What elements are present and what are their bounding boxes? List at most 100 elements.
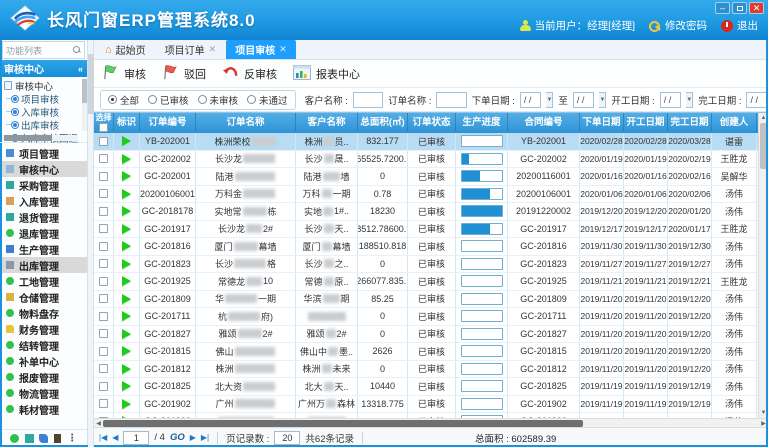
table-row[interactable]: GC-201917长沙龙2#长沙天..8512.78600..已审核GC-201… [94, 221, 758, 239]
tab-起始页[interactable]: ⌂起始页 [96, 40, 155, 59]
反审核-button[interactable]: 反审核 [222, 65, 277, 82]
cart-icon[interactable] [25, 434, 34, 443]
close-button[interactable]: ✕ [749, 2, 764, 14]
sidebar-item-生产管理[interactable]: 生产管理 [0, 241, 87, 257]
start-date-input[interactable]: / / [660, 92, 682, 108]
pen-icon[interactable] [39, 434, 48, 443]
table-row[interactable]: GC-201816厦门幕墙厦门幕墙188510.818已审核GC-2018162… [94, 238, 758, 256]
grid-vertical-scrollbar[interactable]: ▲ ▼ [758, 113, 768, 418]
sidebar-item-退货管理[interactable]: 退货管理 [0, 209, 87, 225]
scrollbar-thumb[interactable] [103, 420, 583, 427]
sidebar-item-耗材管理[interactable]: 耗材管理 [0, 401, 87, 417]
select-all-checkbox[interactable] [99, 123, 108, 132]
row-checkbox[interactable] [99, 277, 108, 286]
order-date-from-input[interactable]: / / [520, 92, 542, 108]
page-size-input[interactable]: 20 [274, 431, 300, 445]
table-row[interactable]: GC-201925常德龙10常德原..266077.835..已审核GC-201… [94, 273, 758, 291]
row-checkbox[interactable] [99, 242, 108, 251]
go-button[interactable]: GO [170, 432, 185, 443]
col-header-订单编号[interactable]: 订单编号 [140, 113, 196, 133]
col-header-生产进度[interactable]: 生产进度 [456, 113, 508, 133]
page-number-input[interactable]: 1 [123, 431, 149, 445]
order-name-input[interactable] [436, 92, 466, 108]
col-header-总面积(㎡)[interactable]: 总面积(㎡) [358, 113, 408, 133]
row-checkbox[interactable] [99, 189, 108, 198]
radio-已审核[interactable]: 已审核 [148, 93, 189, 107]
sidebar-item-财务管理[interactable]: 财务管理 [0, 321, 87, 337]
sidebar-item-入库管理[interactable]: 入库管理 [0, 193, 87, 209]
maximize-button[interactable] [732, 2, 747, 14]
tree-item-入库审核[interactable]: 入库审核 [4, 105, 81, 118]
last-page-button[interactable]: ▶| [201, 433, 209, 442]
tab-项目订单[interactable]: 项目订单✕ [156, 40, 226, 59]
scroll-up-icon[interactable]: ▲ [761, 113, 767, 123]
row-checkbox[interactable] [99, 154, 108, 163]
row-checkbox[interactable] [99, 399, 108, 408]
col-header-下单日期[interactable]: 下单日期 [580, 113, 624, 133]
row-checkbox[interactable] [99, 224, 108, 233]
minimize-button[interactable]: – [715, 2, 730, 14]
col-header-标识[interactable]: 标识 [114, 113, 140, 133]
row-checkbox[interactable] [99, 347, 108, 356]
customer-name-input[interactable] [353, 92, 383, 108]
dot-icon[interactable] [10, 434, 19, 443]
first-page-button[interactable]: |◀ [99, 433, 107, 442]
驳回-button[interactable]: 驳回 [162, 64, 206, 84]
tree-item-项目审核[interactable]: 项目审核 [4, 92, 81, 105]
sidebar-item-报废管理[interactable]: 报废管理 [0, 369, 87, 385]
row-checkbox[interactable] [99, 382, 108, 391]
calendar-dropdown-icon[interactable]: ▼ [599, 92, 606, 108]
table-row[interactable]: GC-201823长沙格长沙之..0已审核GC-2018232019/11/27… [94, 256, 758, 274]
logout-button[interactable]: 退出 [721, 18, 758, 33]
row-checkbox[interactable] [99, 294, 108, 303]
function-search-input[interactable]: 功能列表 [2, 41, 85, 59]
sidebar-item-物流管理[interactable]: 物流管理 [0, 385, 87, 401]
close-tab-icon[interactable]: ✕ [279, 44, 287, 55]
sidebar-item-项目管理[interactable]: 项目管理 [0, 145, 87, 161]
sidebar-item-物料盘存[interactable]: 物料盘存 [0, 305, 87, 321]
sidebar-item-退库管理[interactable]: 退库管理 [0, 225, 87, 241]
col-header-选择[interactable]: 选择 [94, 113, 114, 133]
table-row[interactable]: GC-201809华一期华滨期85.25已审核GC-2018092019/11/… [94, 291, 758, 309]
col-header-创建人[interactable]: 创建人 [712, 113, 757, 133]
more-icon[interactable]: ⋮ [67, 433, 77, 444]
sidebar-item-补单中心[interactable]: 补单中心 [0, 353, 87, 369]
sidebar-item-结转管理[interactable]: 结转管理 [0, 337, 87, 353]
next-page-button[interactable]: ▶ [190, 433, 196, 442]
table-row[interactable]: GC-201827雅颂2#雅颂2#0已审核GC-2018272019/11/20… [94, 326, 758, 344]
sidebar-item-采购管理[interactable]: 采购管理 [0, 177, 87, 193]
table-row[interactable]: GC-201815佛山佛山中墨..2626已审核GC-2018152019/11… [94, 343, 758, 361]
collapse-icon[interactable]: « [78, 64, 83, 74]
close-tab-icon[interactable]: ✕ [209, 44, 217, 55]
table-row[interactable]: GC-202001陆港陆港墙0已审核202001160012020/01/162… [94, 168, 758, 186]
tab-项目审核[interactable]: 项目审核✕ [226, 40, 296, 59]
change-password-button[interactable]: 修改密码 [649, 18, 707, 33]
tree-horizontal-scrollbar[interactable] [2, 135, 78, 141]
prev-page-button[interactable]: ◀ [112, 433, 118, 442]
scroll-right-icon[interactable]: ▶ [759, 420, 768, 427]
col-header-合同编号[interactable]: 合同编号 [508, 113, 580, 133]
table-row[interactable]: GC-2018178实地常栋实地1#..18230已审核201912200022… [94, 203, 758, 221]
col-header-客户名称[interactable]: 客户名称 [296, 113, 358, 133]
radio-未通过[interactable]: 未通过 [247, 93, 288, 107]
table-row[interactable]: GC-202002长沙龙长沙晟..65525.7200..已审核GC-20200… [94, 151, 758, 169]
row-checkbox[interactable] [99, 329, 108, 338]
row-checkbox[interactable] [99, 207, 108, 216]
scroll-left-icon[interactable]: ◀ [94, 420, 103, 427]
tree-root-item[interactable]: 审核中心 [4, 79, 81, 92]
calendar-dropdown-icon[interactable]: ▼ [546, 92, 553, 108]
exit-icon[interactable] [54, 434, 61, 443]
radio-未审核[interactable]: 未审核 [198, 93, 239, 107]
scroll-down-icon[interactable]: ▼ [761, 408, 767, 418]
table-row[interactable]: 20200106001万科金万科一期0.78已审核202001060012020… [94, 186, 758, 204]
row-checkbox[interactable] [99, 172, 108, 181]
tree-vertical-scrollbar[interactable] [82, 79, 87, 131]
row-checkbox[interactable] [99, 364, 108, 373]
grid-horizontal-scrollbar[interactable]: ◀ ▶ [94, 418, 768, 427]
row-checkbox[interactable] [99, 137, 108, 146]
table-row[interactable]: GC-201825北大资北大天..10440已审核GC-2018252019/1… [94, 378, 758, 396]
row-checkbox[interactable] [99, 259, 108, 268]
radio-全部[interactable]: 全部 [108, 93, 139, 107]
col-header-订单状态[interactable]: 订单状态 [408, 113, 456, 133]
scrollbar-thumb[interactable] [760, 123, 768, 169]
